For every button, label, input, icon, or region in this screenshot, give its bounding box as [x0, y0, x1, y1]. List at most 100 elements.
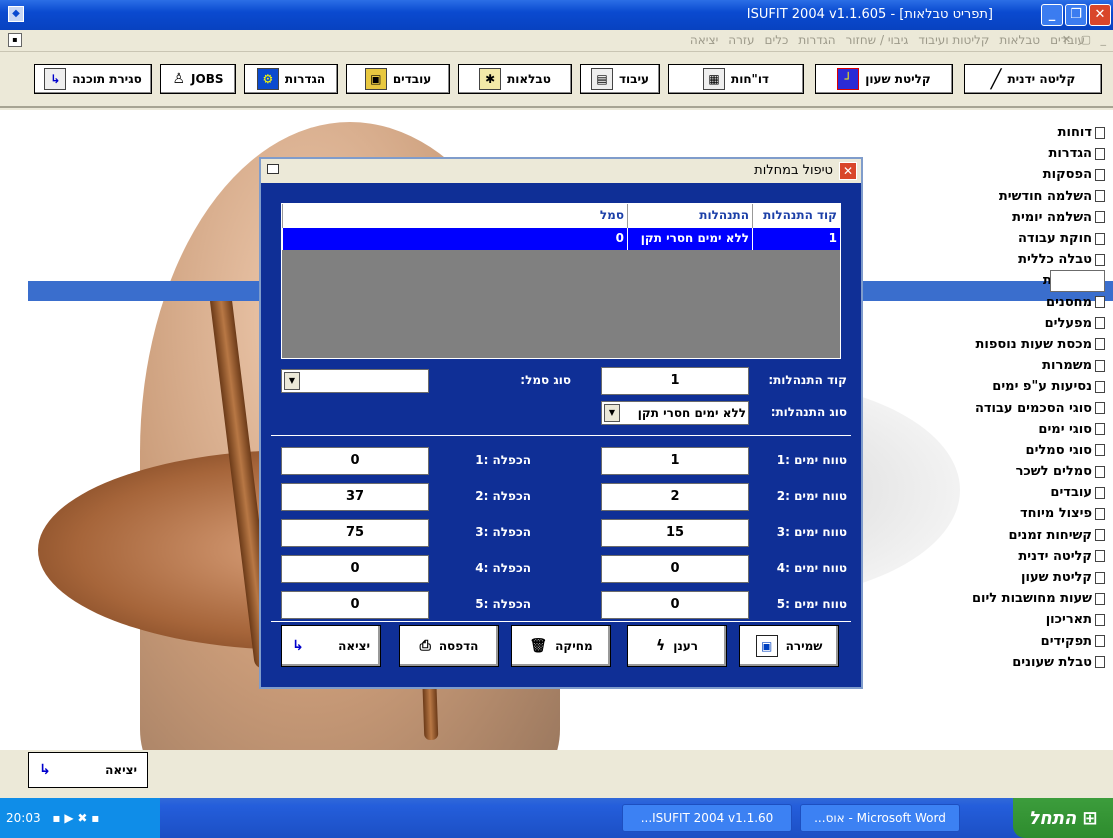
tree-item[interactable]: שעות מחושבות ליום: [905, 588, 1105, 609]
dialog-close-button[interactable]: ✕: [839, 162, 857, 180]
document-icon: [1095, 359, 1105, 372]
range2-field[interactable]: 2: [601, 483, 749, 511]
tree-item[interactable]: השלמה חודשית: [905, 186, 1105, 207]
tree-item-label: סוגי סמלים: [1025, 442, 1092, 458]
close-program-button[interactable]: סגירת תוכנה ↳: [34, 64, 152, 94]
mult1-field[interactable]: 0: [281, 447, 429, 475]
reports-button[interactable]: דו"חות ▦: [668, 64, 804, 94]
refresh-button[interactable]: רענן ϟ: [627, 625, 727, 667]
symbol-type-select[interactable]: ▼: [281, 369, 429, 393]
document-icon: [1095, 507, 1105, 520]
tables-button[interactable]: טבלאות ✱: [458, 64, 572, 94]
processing-button[interactable]: עיבוד ▤: [580, 64, 660, 94]
tree-item[interactable]: מחסנים: [905, 292, 1105, 313]
tree-item[interactable]: משמרות: [905, 355, 1105, 376]
mult3-field[interactable]: 75: [281, 519, 429, 547]
main-exit-button[interactable]: יציאה ↳: [28, 752, 148, 788]
delete-button[interactable]: מחיקה 🗑: [511, 625, 611, 667]
document-icon: [1095, 613, 1105, 626]
chevron-down-icon[interactable]: ▼: [284, 372, 300, 390]
bottom-bar: יציאה ↳: [0, 750, 1113, 796]
menu-item-1[interactable]: טבלאות: [999, 33, 1040, 47]
tree-item[interactable]: הגדרות: [905, 143, 1105, 164]
menu-item-3[interactable]: גיבוי / שחזור: [846, 33, 909, 47]
chevron-down-icon[interactable]: ▼: [604, 404, 620, 422]
table-row[interactable]: 1 ללא ימים חסרי תקן 0: [282, 228, 840, 250]
tree-item[interactable]: סוגי ימים: [905, 419, 1105, 440]
tree-item[interactable]: קליטה ידנית: [905, 546, 1105, 567]
exit-icon: ↳: [39, 762, 51, 778]
exit-button[interactable]: יציאה ↳: [281, 625, 381, 667]
tree-item[interactable]: טבלה כללית: [905, 249, 1105, 270]
tree-item[interactable]: סוגי הסכמים עבודה: [905, 397, 1105, 418]
tree-item-label: מכסת שעות נוספות: [975, 336, 1092, 352]
tray-icons[interactable]: ▪ ▶ ✖ ▪: [52, 811, 99, 825]
tree-item[interactable]: תפקידים: [905, 631, 1105, 652]
tree-item[interactable]: קשיחות זמנים: [905, 525, 1105, 546]
code-field[interactable]: 1: [601, 367, 749, 395]
range1-field[interactable]: 1: [601, 447, 749, 475]
col-header-behavior[interactable]: התנהלות: [627, 204, 752, 228]
col-header-symbol[interactable]: סמל: [282, 204, 627, 228]
menu-item-6[interactable]: עזרה: [728, 33, 754, 47]
print-button[interactable]: הדפסה ⎙: [399, 625, 499, 667]
tree-item[interactable]: מחלות: [1050, 270, 1105, 292]
minimize-button[interactable]: _: [1041, 4, 1063, 26]
mult2-field[interactable]: 37: [281, 483, 429, 511]
mult5-field[interactable]: 0: [281, 591, 429, 619]
tree-item[interactable]: עובדים: [905, 482, 1105, 503]
print-label: הדפסה: [438, 639, 479, 653]
tree-item[interactable]: השלמה יומית: [905, 207, 1105, 228]
document-icon: [1095, 296, 1105, 309]
tree-item[interactable]: נסיעות ע"פ ימים: [905, 376, 1105, 397]
tables-tree: דוחות הגדרות הפסקות השלמה חודשית השלמה יומית…: [905, 122, 1105, 673]
settings-button[interactable]: הגדרות ⚙: [244, 64, 338, 94]
save-label: שמירה: [785, 639, 823, 653]
tree-item[interactable]: תאריכון: [905, 609, 1105, 630]
document-icon: [1095, 529, 1105, 542]
tables-label: טבלאות: [507, 72, 551, 86]
col-header-code[interactable]: קוד התנהלות: [752, 204, 840, 228]
menu-item-0[interactable]: עובדים: [1050, 33, 1085, 47]
tree-item-label: נסיעות ע"פ ימים: [992, 379, 1092, 395]
tree-item[interactable]: הפסקות: [905, 164, 1105, 185]
tree-item[interactable]: סמלים לשכר: [905, 461, 1105, 482]
tree-item-label: מחסנים: [1046, 294, 1092, 310]
tree-item[interactable]: דוחות: [905, 122, 1105, 143]
task-isufit[interactable]: ...ISUFIT 2004 v1.1.60: [622, 804, 792, 832]
behavior-type-select[interactable]: ללא ימים חסרי תקן ▼: [601, 401, 749, 425]
tree-item[interactable]: חוקת עבודה: [905, 228, 1105, 249]
task-word[interactable]: ...אוס - Microsoft Word: [800, 804, 960, 832]
range5-field[interactable]: 0: [601, 591, 749, 619]
clock-icon: ┘: [837, 68, 860, 90]
maximize-button[interactable]: ❐: [1065, 4, 1087, 26]
tree-item[interactable]: פיצול מיוחד: [905, 503, 1105, 524]
range5-label: טווח ימים :5: [776, 597, 847, 611]
range3-field[interactable]: 15: [601, 519, 749, 547]
document-icon: [1095, 232, 1105, 245]
mult4-field[interactable]: 0: [281, 555, 429, 583]
menu-item-4[interactable]: הגדרות: [798, 33, 835, 47]
tree-item[interactable]: מפעלים: [905, 313, 1105, 334]
menu-item-2[interactable]: קליטות ועיבוד: [918, 33, 989, 47]
tree-item[interactable]: סוגי סמלים: [905, 440, 1105, 461]
menu-item-5[interactable]: כלים: [765, 33, 789, 47]
menu-item-7[interactable]: יציאה: [690, 33, 718, 47]
range4-field[interactable]: 0: [601, 555, 749, 583]
tree-item[interactable]: טבלת שעונים: [905, 652, 1105, 673]
employees-button[interactable]: עובדים ▣: [346, 64, 450, 94]
data-grid[interactable]: קוד התנהלות התנהלות סמל 1 ללא ימים חסרי …: [281, 203, 841, 359]
close-program-label: סגירת תוכנה: [72, 72, 142, 86]
tree-item[interactable]: קליטת שעון: [905, 567, 1105, 588]
clock-capture-button[interactable]: קליטת שעון ┘: [815, 64, 953, 94]
dialog-titlebar: טיפול במחלות ✕: [261, 159, 861, 183]
jobs-button[interactable]: JOBS ♙: [160, 64, 236, 94]
document-icon: [1095, 592, 1105, 605]
tree-item[interactable]: מכסת שעות נוספות: [905, 334, 1105, 355]
exit-icon: ↳: [44, 68, 67, 90]
start-button[interactable]: התחל ⊞: [1013, 798, 1113, 838]
document-icon: [1095, 380, 1105, 393]
save-button[interactable]: שמירה ▣: [739, 625, 839, 667]
close-button[interactable]: ✕: [1089, 4, 1111, 26]
manual-entry-button[interactable]: קליטה ידנית ╱: [964, 64, 1102, 94]
